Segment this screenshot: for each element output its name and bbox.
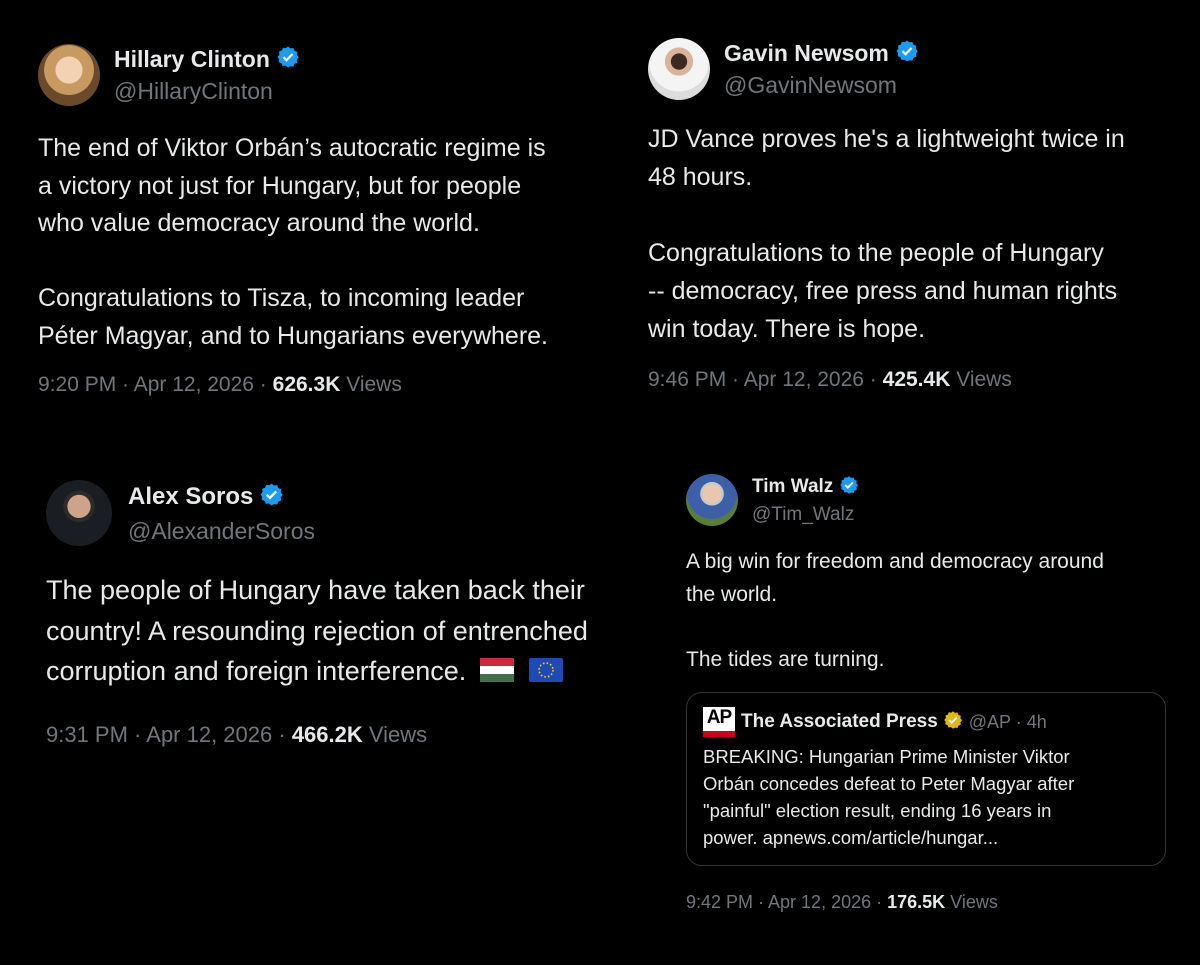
tweet-header: Hillary Clinton @HillaryClinton: [38, 44, 618, 106]
tweet-hillary-clinton[interactable]: Hillary Clinton @HillaryClinton The end …: [38, 44, 618, 397]
tweet-header: Alex Soros @AlexanderSoros: [46, 480, 666, 546]
timestamp[interactable]: 9:31 PM · Apr 12, 2026 ·: [46, 722, 292, 747]
verified-badge-icon: [259, 482, 284, 512]
timestamp[interactable]: 9:42 PM · Apr 12, 2026 ·: [686, 892, 887, 912]
author-handle[interactable]: @AlexanderSoros: [128, 518, 315, 545]
avatar[interactable]: [46, 480, 112, 546]
author-info: Hillary Clinton @HillaryClinton: [114, 45, 300, 105]
views-count: 176.5K: [887, 892, 946, 912]
tweet-tim-walz[interactable]: Tim Walz @Tim_Walz A big win for freedom…: [686, 474, 1176, 913]
tweet-meta: 9:31 PM · Apr 12, 2026 · 466.2K Views: [46, 722, 666, 748]
tweet-meta: 9:20 PM · Apr 12, 2026 · 626.3K Views: [38, 373, 618, 397]
name-row: Alex Soros: [128, 482, 315, 512]
avatar[interactable]: [686, 474, 738, 526]
name-row: Gavin Newsom: [724, 39, 919, 68]
quoted-tweet-header: AP The Associated Press @AP · 4h: [703, 707, 1149, 737]
author-handle[interactable]: @Tim_Walz: [752, 504, 859, 526]
hungary-flag-icon: [479, 653, 514, 694]
author-handle[interactable]: @GavinNewsom: [724, 72, 919, 99]
author-name[interactable]: Gavin Newsom: [724, 40, 889, 67]
tweet-text: JD Vance proves he's a lightweight twice…: [648, 125, 1125, 343]
tweet-meta: 9:46 PM · Apr 12, 2026 · 425.4K Views: [648, 368, 1188, 392]
views-count: 466.2K: [291, 721, 363, 747]
views-label: Views: [945, 892, 998, 912]
eu-flag-icon: [529, 653, 564, 694]
timestamp[interactable]: 9:46 PM · Apr 12, 2026 ·: [648, 368, 883, 391]
author-info: Tim Walz @Tim_Walz: [752, 475, 859, 526]
author-handle[interactable]: @HillaryClinton: [114, 78, 300, 105]
author-name[interactable]: Hillary Clinton: [114, 46, 270, 73]
quoted-author-handle[interactable]: @AP · 4h: [969, 712, 1047, 733]
tweet-text: A big win for freedom and democracy arou…: [686, 550, 1104, 671]
verified-badge-icon: [839, 475, 859, 500]
verified-badge-icon: [895, 39, 919, 68]
tweet-alex-soros[interactable]: Alex Soros @AlexanderSoros The people of…: [46, 480, 666, 748]
timestamp[interactable]: 9:20 PM · Apr 12, 2026 ·: [38, 373, 273, 396]
quoted-author-name[interactable]: The Associated Press: [741, 711, 938, 733]
avatar[interactable]: [648, 38, 710, 100]
views-label: Views: [950, 368, 1012, 391]
verified-gold-badge-icon: [943, 710, 963, 735]
author-name[interactable]: Alex Soros: [128, 483, 253, 511]
quoted-tweet-text: BREAKING: Hungarian Prime Minister Vikto…: [703, 746, 1075, 848]
author-info: Gavin Newsom @GavinNewsom: [724, 39, 919, 99]
tweet-text: The end of Viktor Orbán’s autocratic reg…: [38, 134, 548, 350]
author-name[interactable]: Tim Walz: [752, 476, 833, 498]
tweet-header: Tim Walz @Tim_Walz: [686, 474, 1176, 526]
views-count: 626.3K: [272, 373, 341, 396]
name-row: Hillary Clinton: [114, 45, 300, 74]
tweet-gavin-newsom[interactable]: Gavin Newsom @GavinNewsom JD Vance prove…: [648, 38, 1188, 392]
tweet-text: The people of Hungary have taken back th…: [46, 570, 666, 694]
ap-logo-avatar[interactable]: AP: [703, 707, 735, 737]
views-count: 425.4K: [882, 368, 951, 391]
verified-badge-icon: [276, 45, 300, 74]
quoted-tweet[interactable]: AP The Associated Press @AP · 4h BREAKIN…: [686, 692, 1166, 866]
views-label: Views: [340, 373, 402, 396]
tweet-header: Gavin Newsom @GavinNewsom: [648, 38, 1188, 100]
author-info: Alex Soros @AlexanderSoros: [128, 482, 315, 545]
name-row: Tim Walz: [752, 475, 859, 500]
avatar[interactable]: [38, 44, 100, 106]
views-label: Views: [362, 721, 428, 747]
tweet-meta: 9:42 PM · Apr 12, 2026 · 176.5K Views: [686, 892, 1176, 913]
